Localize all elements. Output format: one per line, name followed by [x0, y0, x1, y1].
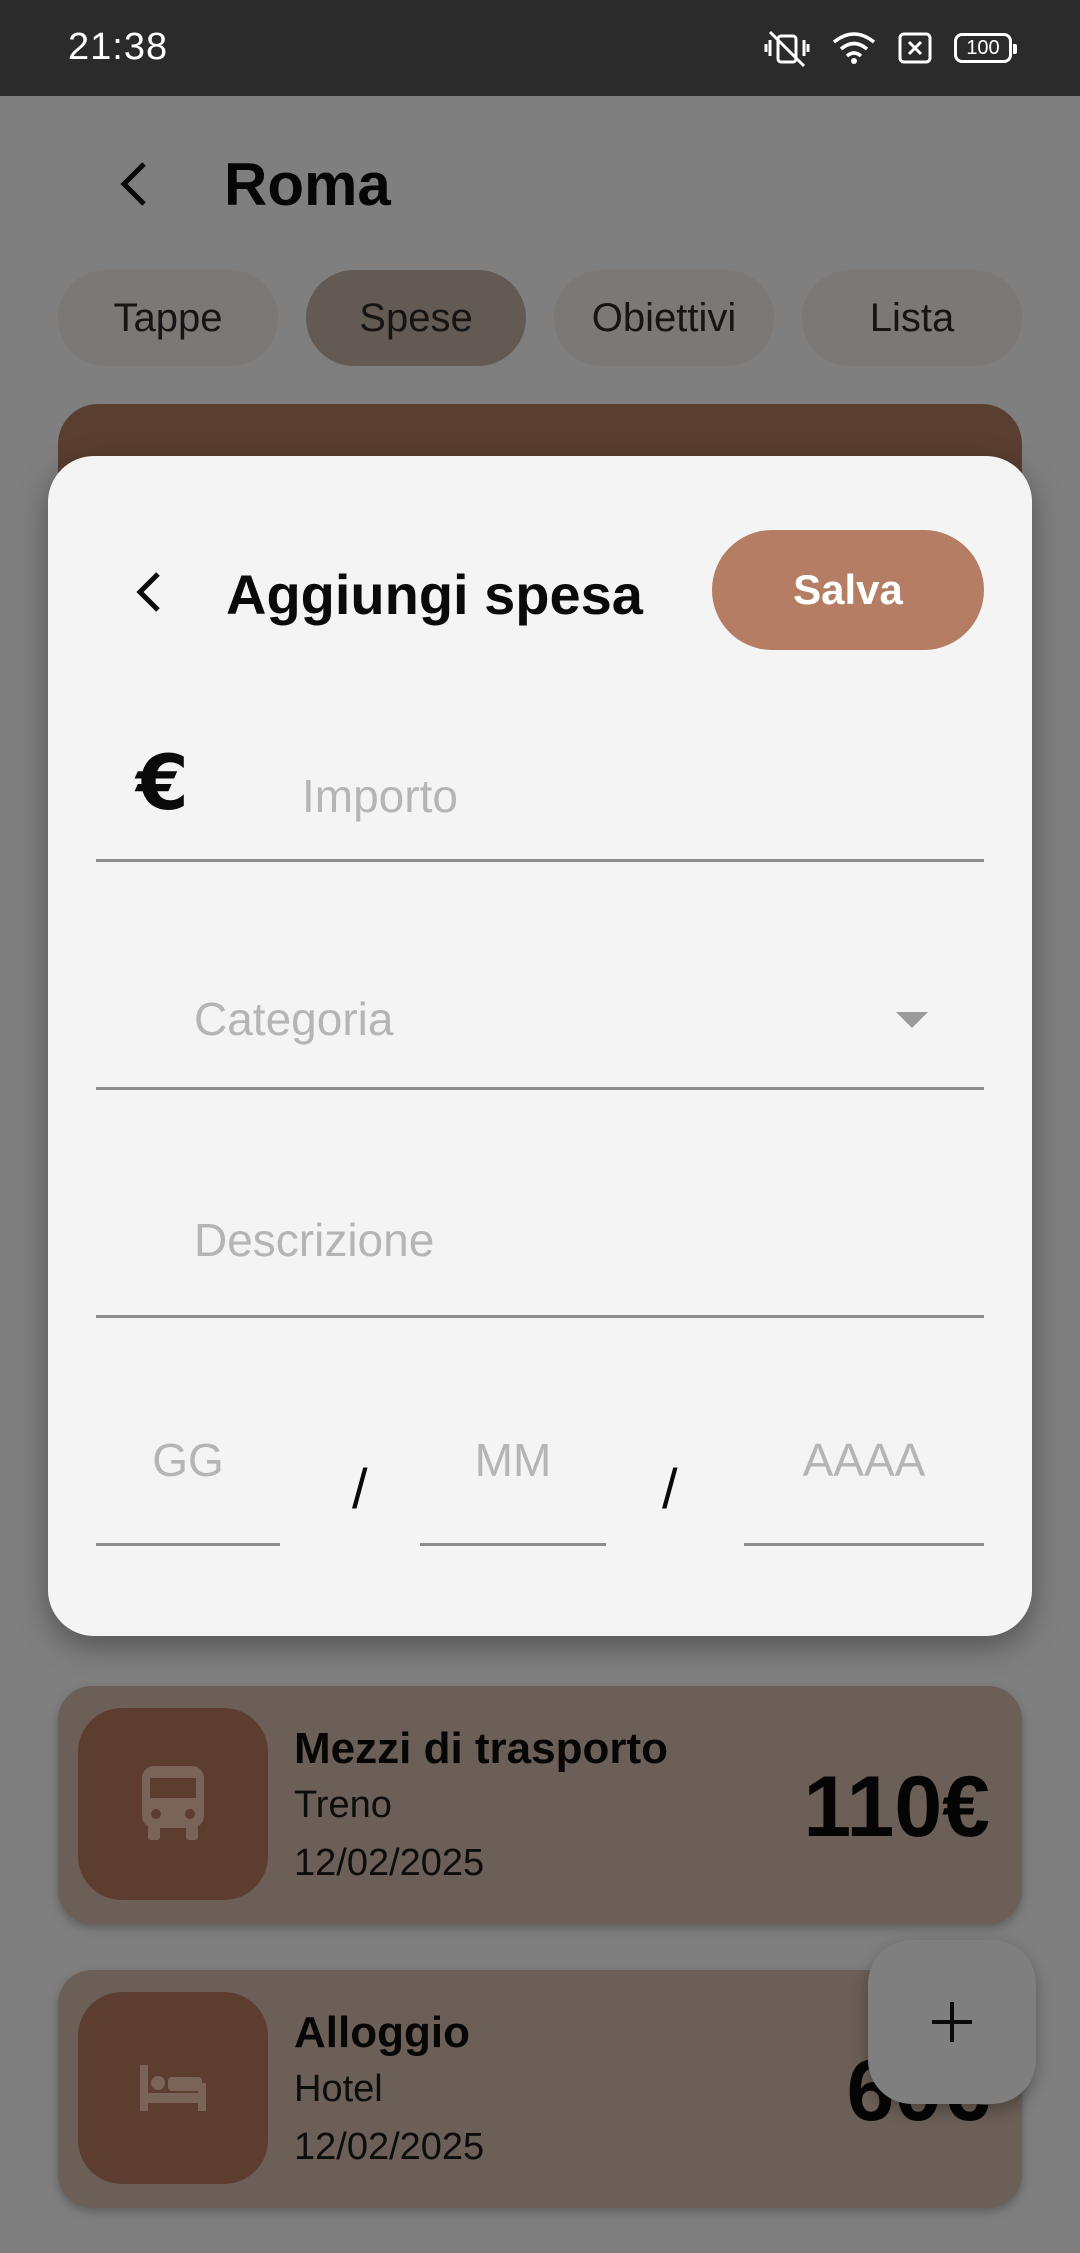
add-expense-button[interactable]	[868, 1940, 1036, 2104]
expense-icon-box	[78, 1992, 268, 2184]
expense-date: 12/02/2025	[294, 2126, 485, 2168]
day-input[interactable]	[96, 1376, 280, 1543]
wifi-icon	[832, 32, 876, 64]
dropdown-arrow-icon	[896, 1012, 928, 1028]
expense-amount: 110€	[803, 1759, 990, 1855]
vibrate-off-icon	[764, 30, 810, 68]
page-title: Roma	[224, 151, 391, 218]
description-input[interactable]	[96, 1146, 984, 1315]
battery-icon: 100	[954, 33, 1017, 63]
add-expense-dialog: Aggiungi spesa Salva € Categoria / /	[48, 456, 1032, 1636]
status-bar: 21:38 100	[0, 0, 1080, 96]
save-button[interactable]: Salva	[712, 530, 984, 650]
dialog-title: Aggiungi spesa	[226, 563, 643, 626]
amount-input[interactable]	[96, 726, 984, 859]
chevron-left-icon[interactable]	[110, 158, 162, 210]
tab-bar: Tappe Spese Obiettivi Lista	[58, 270, 1022, 366]
tab-lista[interactable]: Lista	[802, 270, 1022, 366]
amount-field[interactable]	[96, 726, 984, 862]
year-field[interactable]	[744, 1376, 984, 1546]
bus-icon	[142, 1766, 204, 1840]
year-input[interactable]	[744, 1376, 984, 1543]
euro-icon: €	[136, 738, 189, 827]
date-separator: /	[352, 1457, 368, 1520]
expense-card[interactable]: Mezzi di trasporto Treno 12/02/2025 110€	[58, 1686, 1022, 1924]
month-input[interactable]	[420, 1376, 606, 1543]
tab-tappe[interactable]: Tappe	[58, 270, 278, 366]
category-dropdown[interactable]: Categoria	[96, 916, 984, 1090]
plus-icon	[932, 2002, 972, 2042]
sim-x-icon	[898, 32, 932, 64]
expense-description: Treno	[294, 1784, 392, 1826]
tab-obiettivi[interactable]: Obiettivi	[554, 270, 774, 366]
expense-icon-box	[78, 1708, 268, 1900]
expense-date: 12/02/2025	[294, 1842, 485, 1884]
description-field[interactable]	[96, 1146, 984, 1318]
expense-category: Alloggio	[294, 2008, 470, 2057]
expense-description: Hotel	[294, 2068, 383, 2110]
category-placeholder: Categoria	[194, 993, 394, 1045]
month-field[interactable]	[420, 1376, 606, 1546]
status-time: 21:38	[68, 26, 169, 68]
battery-level: 100	[966, 36, 1000, 59]
tab-spese[interactable]: Spese	[306, 270, 526, 366]
back-icon[interactable]	[126, 568, 174, 616]
date-separator: /	[662, 1457, 678, 1520]
bed-icon	[140, 2065, 206, 2111]
status-icons: 100	[764, 28, 1017, 68]
expense-category: Mezzi di trasporto	[294, 1724, 669, 1773]
day-field[interactable]	[96, 1376, 280, 1546]
